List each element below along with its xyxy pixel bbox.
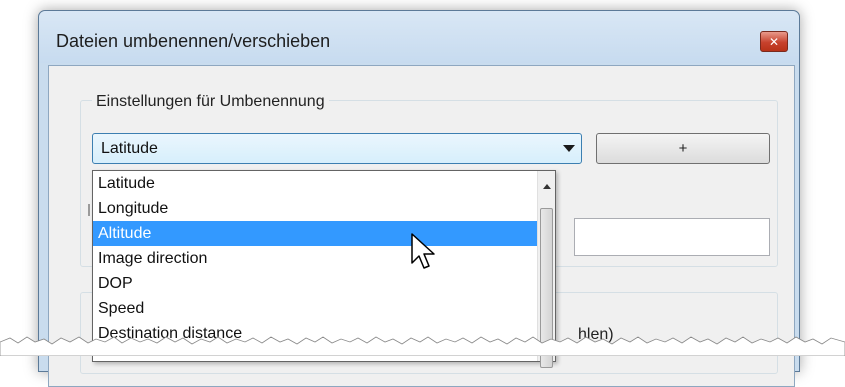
pattern-input[interactable]: [574, 218, 770, 256]
torn-edge: [0, 336, 845, 356]
close-button[interactable]: ✕: [760, 31, 788, 52]
add-button[interactable]: +: [596, 133, 770, 164]
dropdown-item-altitude[interactable]: Altitude: [93, 221, 543, 246]
mouse-pointer-icon: [411, 233, 435, 269]
scroll-up-button[interactable]: [538, 171, 555, 201]
label-fragment: [88, 204, 90, 216]
field-select-value: Latitude: [101, 140, 158, 157]
dropdown-item-dop[interactable]: DOP: [93, 271, 543, 296]
window-title: Dateien umbenennen/verschieben: [56, 31, 331, 51]
close-icon: ✕: [768, 34, 780, 49]
dropdown-item-image-direction[interactable]: Image direction: [93, 246, 543, 271]
dropdown-item-speed[interactable]: Speed: [93, 296, 543, 321]
chevron-down-icon[interactable]: [563, 145, 575, 152]
title-bar[interactable]: Dateien umbenennen/verschieben ✕: [39, 11, 799, 63]
field-select[interactable]: Latitude: [92, 133, 582, 164]
dropdown-item-latitude[interactable]: Latitude: [93, 171, 543, 196]
dropdown-item-longitude[interactable]: Longitude: [93, 196, 543, 221]
rename-settings-legend: Einstellungen für Umbenennung: [92, 93, 329, 111]
chevron-up-icon: [542, 183, 551, 189]
